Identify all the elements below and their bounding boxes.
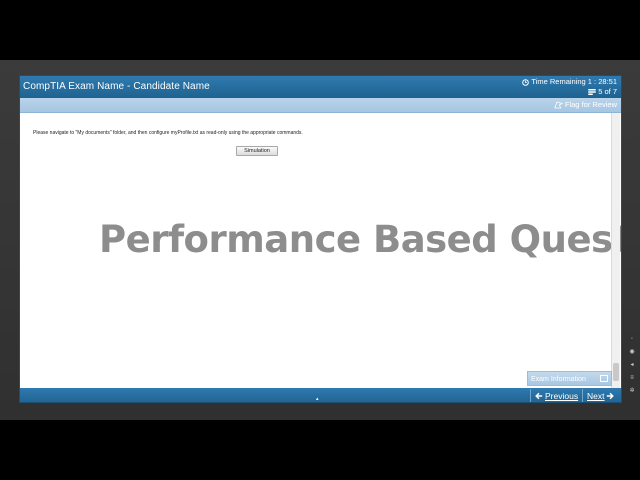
title-bar: CompTIA Exam Name - Candidate Name Time …: [20, 76, 621, 98]
toolbar: Flag for Review: [20, 98, 621, 113]
clock-icon: [522, 78, 530, 86]
exam-information-button[interactable]: Exam Information: [527, 371, 612, 386]
window-icon: [600, 375, 608, 382]
progress-icon: [588, 89, 596, 95]
next-label: Next: [587, 391, 605, 401]
flag-for-review-button[interactable]: Flag for Review: [554, 100, 617, 109]
question-instruction: Please navigate to "My documents" folder…: [33, 130, 303, 136]
vertical-scrollbar[interactable]: [611, 113, 620, 388]
previous-button[interactable]: Previous: [530, 389, 582, 402]
simulation-button[interactable]: Simulation: [236, 146, 278, 156]
menu-icon[interactable]: ≡: [628, 374, 637, 383]
scrollbar-thumb[interactable]: [613, 363, 619, 381]
flag-icon: [554, 101, 563, 108]
exam-information-label: Exam Information: [531, 376, 586, 383]
eye-icon[interactable]: ◉: [628, 348, 637, 357]
arrow-left-icon: [535, 392, 543, 400]
arrow-right-icon: [607, 392, 615, 400]
speaker-icon[interactable]: ◂: [628, 361, 637, 370]
question-content: Please navigate to "My documents" folder…: [20, 113, 621, 388]
mouse-cursor-icon: ▴: [316, 396, 319, 402]
side-control-icons: ◦ ◉ ◂ ≡ ✲: [626, 335, 638, 396]
pin-icon[interactable]: ◦: [628, 335, 637, 344]
question-progress: 5 of 7: [598, 87, 617, 96]
exam-window: CompTIA Exam Name - Candidate Name Time …: [19, 75, 622, 403]
gear-icon[interactable]: ✲: [628, 387, 637, 396]
previous-label: Previous: [545, 391, 579, 401]
flag-for-review-label: Flag for Review: [564, 100, 617, 109]
bottom-nav-bar: Previous Next: [20, 388, 621, 402]
timer-area: Time Remaining 1 : 28:51 5 of 7: [522, 77, 617, 97]
time-remaining: Time Remaining 1 : 28:51: [531, 77, 617, 86]
overlay-title: Performance Based Questions: [99, 218, 621, 261]
window-title: CompTIA Exam Name - Candidate Name: [23, 81, 210, 92]
next-button[interactable]: Next: [582, 389, 621, 402]
